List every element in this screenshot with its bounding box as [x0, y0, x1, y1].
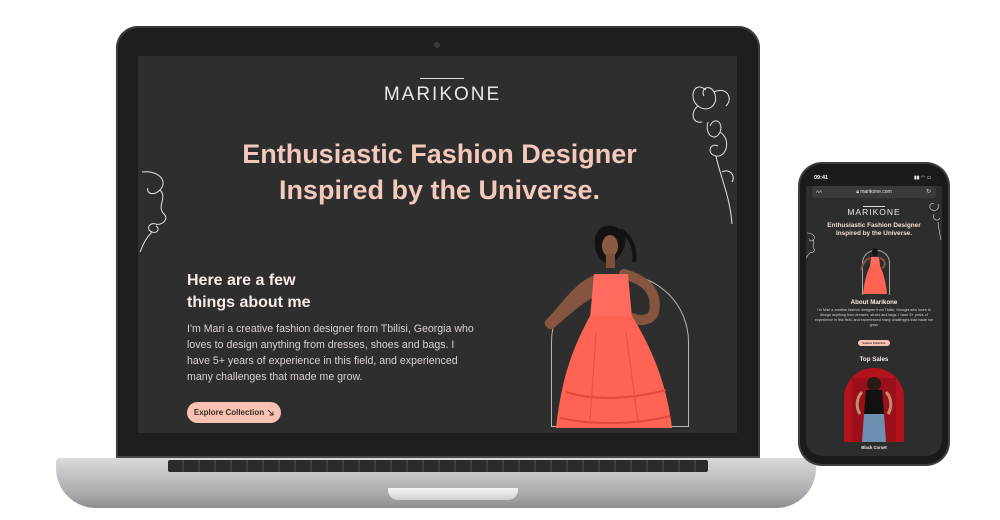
phone-product-name: Black Corset [861, 445, 887, 450]
brand-underline [420, 78, 464, 79]
phone-address-bar[interactable]: AA 🔒︎ marikone.com ↻ [812, 186, 936, 198]
phone-screen: 09:41 ▮▮ ◠ ▭ AA 🔒︎ marikone.com ↻ MARIKO… [806, 172, 942, 456]
face-line-art-icon [139, 171, 167, 252]
black-corset-product-photo [844, 368, 904, 442]
about-heading-line-2: things about me [187, 294, 311, 311]
about-heading: Here are a few things about me [187, 270, 407, 314]
reader-aa-button[interactable]: AA [816, 189, 822, 194]
phone-status-time: 09:41 [814, 175, 829, 181]
about-paragraph: I'm Mari a creative fashion designer fro… [187, 323, 474, 383]
phone-about-paragraph: I'm Mari a creative fashion designer fro… [814, 308, 934, 327]
hero-line-1: Enthusiastic Fashion Designer [242, 139, 637, 169]
explore-collection-label: Explore Collection [193, 408, 265, 417]
about-heading-line-1: Here are a few [187, 272, 296, 289]
phone-explore-collection-button[interactable]: Explore Collection [858, 340, 890, 346]
brand-logo[interactable]: MARIKONE [338, 84, 547, 106]
phone-top-sales-heading: Top Sales [859, 356, 889, 363]
phone-hero-line-1: Enthusiastic Fashion Designer [827, 222, 921, 229]
phone-hero-line-2: Inspired by the Universe. [835, 230, 912, 237]
phone-model-photo [860, 248, 887, 294]
hero-heading: Enthusiastic Fashion Designer Inspired b… [178, 136, 701, 208]
phone-about-heading: About Marikone [850, 299, 898, 306]
lock-icon: 🔒︎ [856, 188, 859, 195]
reload-icon[interactable]: ↻ [926, 188, 931, 195]
explore-collection-button[interactable]: Explore Collection [187, 402, 281, 423]
phone-url-label: marikone.com [860, 188, 892, 195]
laptop-keyboard [168, 460, 708, 472]
phone-url-text: 🔒︎ marikone.com [842, 189, 906, 195]
signal-battery-icon: ▮▮ ◠ ▭ [914, 175, 932, 181]
laptop-trackpad-notch [388, 488, 518, 500]
laptop-camera [434, 42, 440, 48]
phone-product-card[interactable] [844, 368, 904, 442]
model-photo [544, 225, 672, 428]
hero-line-2: Inspired by the Universe. [278, 175, 601, 205]
phone-brand-logo[interactable]: MARIKONE [824, 207, 924, 217]
arrow-icon [267, 409, 274, 416]
phone-hero-heading: Enthusiastic Fashion Designer Inspired b… [816, 222, 932, 238]
laptop-screen: MARIKONE Enthusiastic Fashion Designer I… [138, 56, 737, 433]
